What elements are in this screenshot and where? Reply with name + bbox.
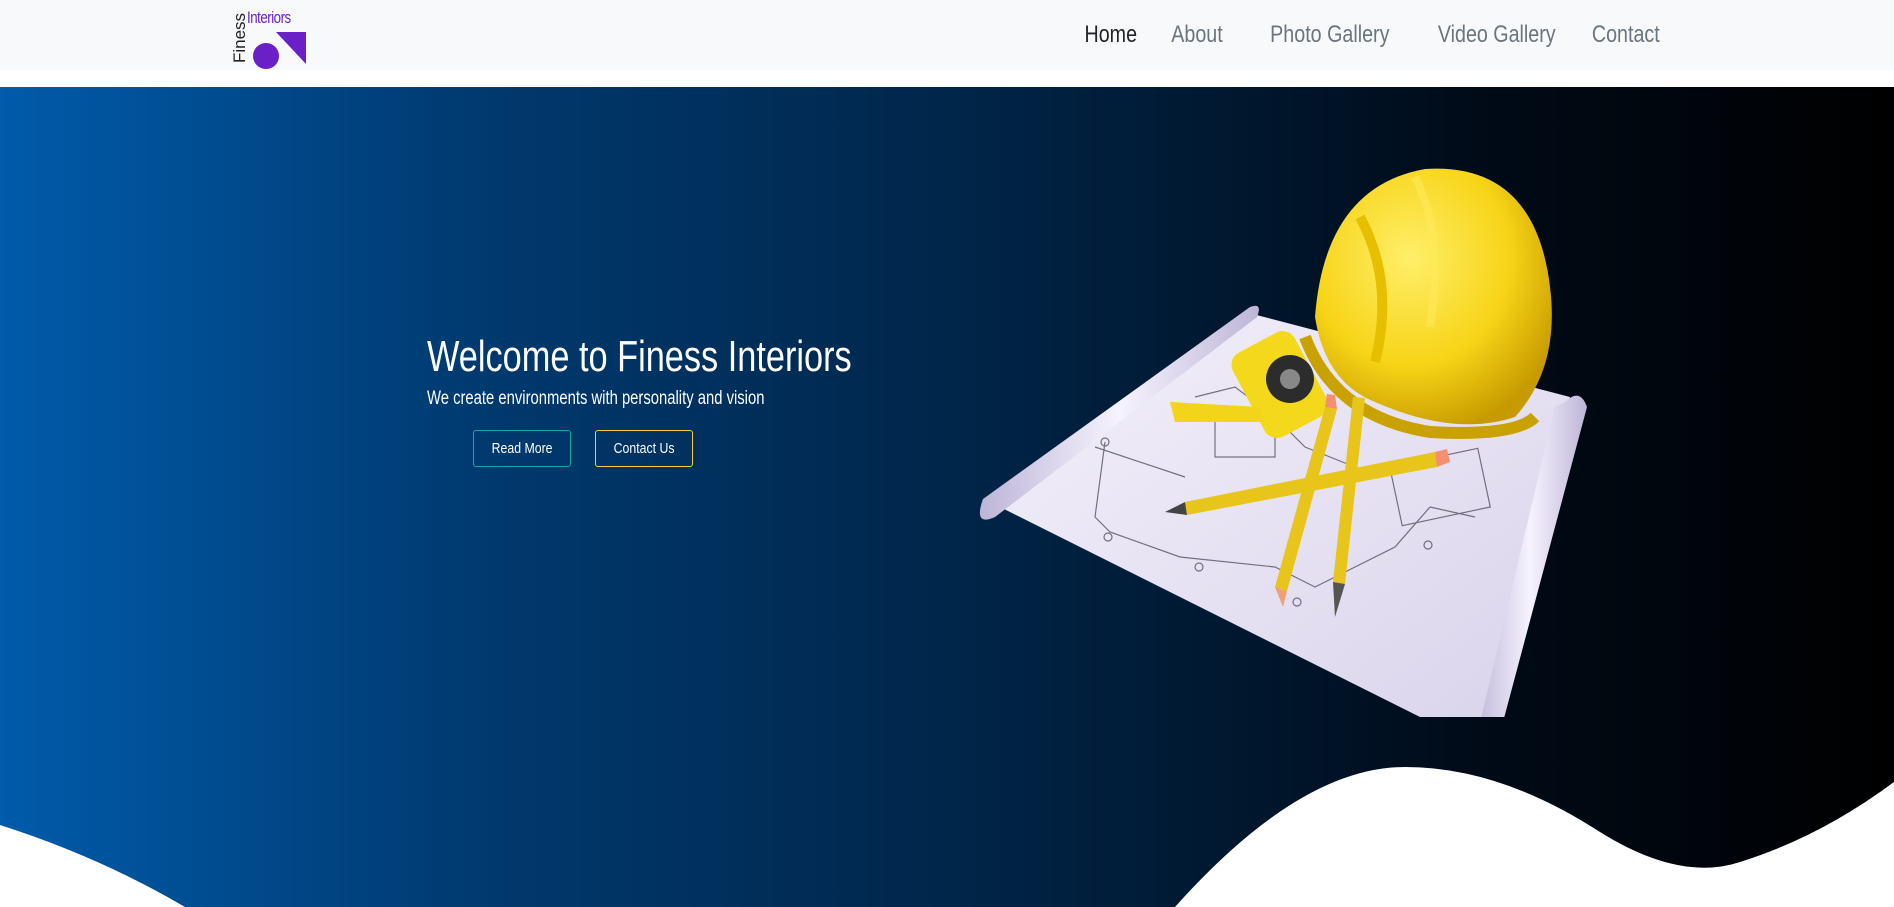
logo-mark-icon [253,32,306,69]
nav-video-gallery-link[interactable]: Video Gallery [1437,21,1555,49]
nav-home-link[interactable]: Home [1085,21,1138,49]
brand-logo[interactable]: Finess Interiors [230,8,310,69]
nav-about-link[interactable]: About [1171,21,1222,49]
nav-photo-gallery-link[interactable]: Photo Gallery [1270,21,1389,49]
main-nav: Home About Photo Gallery Video Gallery C… [1051,0,1660,70]
nav-contact-link[interactable]: Contact [1592,21,1660,49]
logo-word-interiors: Interiors [247,8,291,27]
hero-section: Welcome to Finess Interiors We create en… [0,87,1894,907]
navbar: Finess Interiors Home About Photo Galler… [0,0,1894,70]
bottom-wave-divider [0,767,1894,907]
